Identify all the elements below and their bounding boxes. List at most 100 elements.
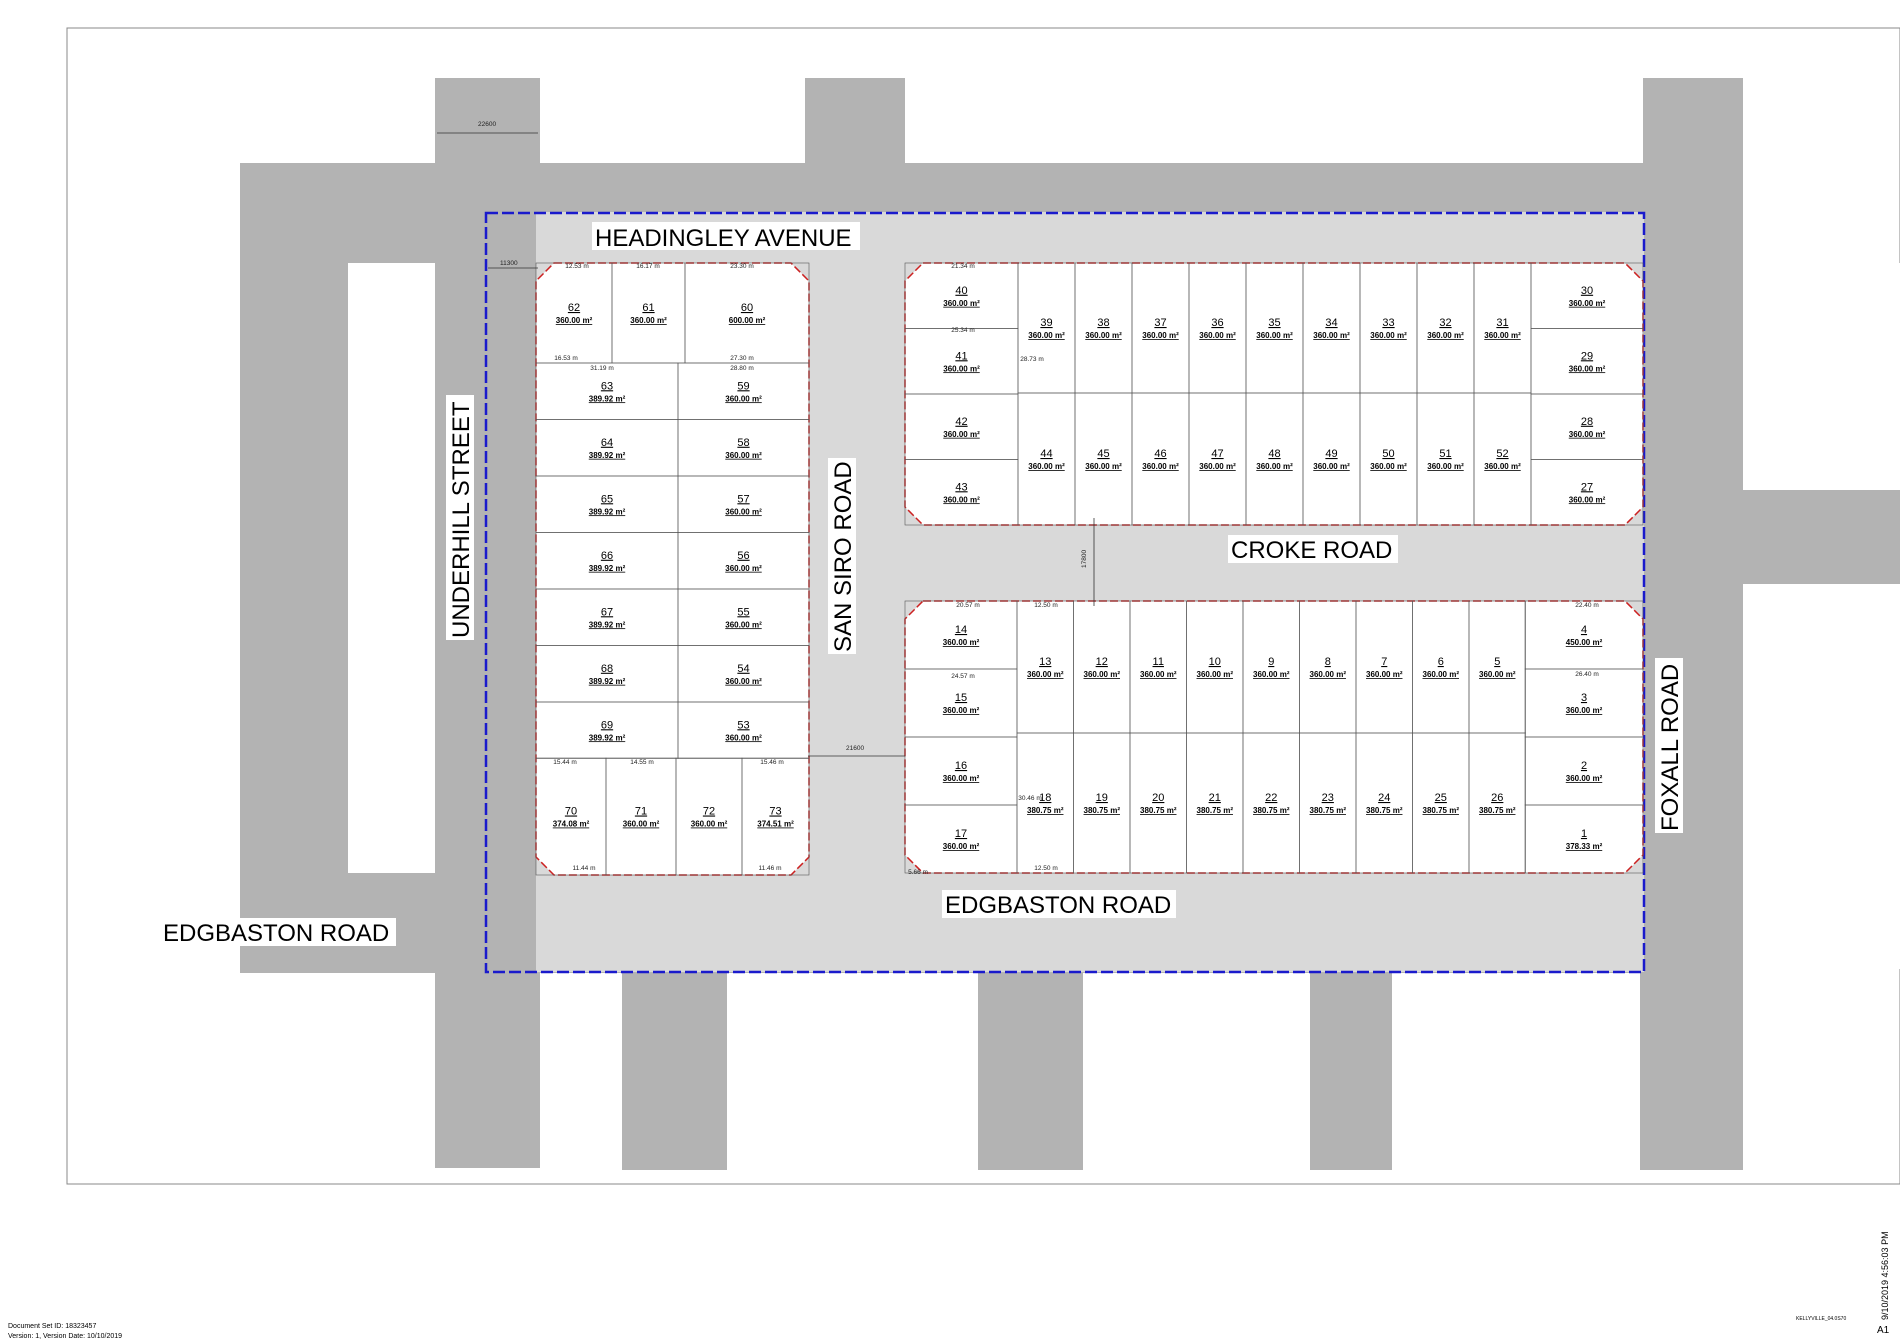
dim-21600: 21600: [846, 745, 864, 752]
lot-number: 38: [1097, 317, 1109, 329]
lot-number: 17: [955, 828, 967, 840]
lot-number: 1: [1581, 828, 1587, 840]
lot-area: 380.75 m²: [1084, 806, 1121, 815]
lot-number: 57: [737, 493, 749, 505]
lot-area: 389.92 m²: [589, 507, 626, 516]
lot-area: 450.00 m²: [1566, 638, 1603, 647]
lot-area: 360.00 m²: [623, 820, 660, 829]
lot-area: 360.00 m²: [1313, 462, 1350, 471]
lot-area: 360.00 m²: [1484, 462, 1521, 471]
lot-number: 13: [1039, 656, 1051, 668]
frontage-dimension: 16.17 m: [636, 263, 660, 270]
lot-area: 360.00 m²: [725, 733, 762, 742]
lot-area: 360.00 m²: [1569, 495, 1606, 504]
lot-number: 52: [1496, 448, 1508, 460]
lot-area: 360.00 m²: [725, 451, 762, 460]
lot-area: 360.00 m²: [1085, 462, 1122, 471]
frontage-dimension: 24.57 m: [951, 673, 975, 680]
sheet-size: A1: [1877, 1325, 1890, 1336]
lot-area: 360.00 m²: [1142, 331, 1179, 340]
lot-number: 44: [1040, 448, 1052, 460]
print-timestamp: 9/10/2019 4:56:03 PM: [1880, 1231, 1890, 1320]
lot-area: 380.75 m²: [1310, 806, 1347, 815]
lot-area: 360.00 m²: [1370, 462, 1407, 471]
land-right-bottom: [1745, 584, 1900, 969]
lot-number: 37: [1154, 317, 1166, 329]
frontage-dimension: 27.30 m: [730, 355, 754, 362]
lot-area: 374.51 m²: [757, 820, 794, 829]
lot-area: 600.00 m²: [729, 316, 766, 325]
lot-area: 378.33 m²: [1566, 842, 1603, 851]
lot-area: 360.00 m²: [1027, 670, 1064, 679]
subdivision-plan: 62360.00 m²61360.00 m²60600.00 m²63389.9…: [8, 27, 1900, 1340]
lot-area: 360.00 m²: [1569, 364, 1606, 373]
road-label-edgbaston-main: EDGBASTON ROAD: [945, 892, 1171, 919]
lot-number: 49: [1325, 448, 1337, 460]
dim-22600: 22600: [478, 121, 496, 128]
frontage-dimension: 28.73 m: [1020, 356, 1044, 363]
lot-area: 360.00 m²: [1423, 670, 1460, 679]
lot-number: 30: [1581, 285, 1593, 297]
lot-area: 380.75 m²: [1027, 806, 1064, 815]
lot-area: 360.00 m²: [1370, 331, 1407, 340]
lot-area: 389.92 m²: [589, 733, 626, 742]
road-label-foxall: FOXALL ROAD: [1657, 664, 1684, 831]
lot-number: 35: [1268, 317, 1280, 329]
lot-area: 360.00 m²: [725, 564, 762, 573]
lot-number: 56: [737, 550, 749, 562]
lot-number: 64: [601, 437, 613, 449]
lot-number: 53: [737, 719, 749, 731]
road-label-edgbaston-left: EDGBASTON ROAD: [163, 920, 389, 947]
lot-number: 4: [1581, 624, 1587, 636]
lot-number: 65: [601, 493, 613, 505]
lot-area: 360.00 m²: [725, 620, 762, 629]
lot-area: 360.00 m²: [1310, 670, 1347, 679]
lot-number: 58: [737, 437, 749, 449]
frontage-dimension: 28.80 m: [730, 365, 754, 372]
lot-area: 360.00 m²: [1427, 331, 1464, 340]
lot-number: 20: [1152, 792, 1164, 804]
lot-area: 374.08 m²: [553, 820, 590, 829]
lot-area: 360.00 m²: [943, 706, 980, 715]
road-label-san-siro: SAN SIRO ROAD: [830, 461, 857, 652]
frontage-dimension: 12.53 m: [565, 263, 589, 270]
lot-number: 29: [1581, 350, 1593, 362]
lot-number: 73: [769, 806, 781, 818]
lot-area: 360.00 m²: [1479, 670, 1516, 679]
lot-area: 360.00 m²: [1566, 774, 1603, 783]
lot-number: 25: [1435, 792, 1447, 804]
lot-number: 36: [1211, 317, 1223, 329]
lot-number: 48: [1268, 448, 1280, 460]
lot-area: 380.75 m²: [1197, 806, 1234, 815]
lot-number: 70: [565, 806, 577, 818]
lot-number: 63: [601, 380, 613, 392]
lot-area: 389.92 m²: [589, 620, 626, 629]
lot-area: 360.00 m²: [1084, 670, 1121, 679]
lot-number: 2: [1581, 760, 1587, 772]
lot-number: 14: [955, 624, 967, 636]
lot-number: 23: [1322, 792, 1334, 804]
lot-number: 6: [1438, 656, 1444, 668]
frontage-dimension: 23.30 m: [730, 263, 754, 270]
lot-area: 380.75 m²: [1479, 806, 1516, 815]
lot-number: 12: [1096, 656, 1108, 668]
lot-area: 360.00 m²: [1256, 331, 1293, 340]
lot-area: 360.00 m²: [725, 677, 762, 686]
frontage-dimension: 14.55 m: [630, 759, 654, 766]
lot-number: 41: [955, 350, 967, 362]
lot-area: 360.00 m²: [725, 507, 762, 516]
dim-17800: 17800: [1081, 550, 1088, 568]
file-reference: KELLYVILLE_04.0S70: [1796, 1316, 1846, 1322]
frontage-dimension: 21.34 m: [951, 263, 975, 270]
lot-number: 21: [1209, 792, 1221, 804]
lot-number: 60: [741, 302, 753, 314]
lot-number: 50: [1382, 448, 1394, 460]
lot-number: 24: [1378, 792, 1390, 804]
frontage-dimension: 15.46 m: [760, 759, 784, 766]
lot-area: 360.00 m²: [1313, 331, 1350, 340]
lot-number: 46: [1154, 448, 1166, 460]
dim-11300: 11300: [500, 260, 518, 267]
lot-area: 360.00 m²: [1484, 331, 1521, 340]
lot-area: 360.00 m²: [943, 299, 980, 308]
lot-area: 360.00 m²: [1253, 670, 1290, 679]
